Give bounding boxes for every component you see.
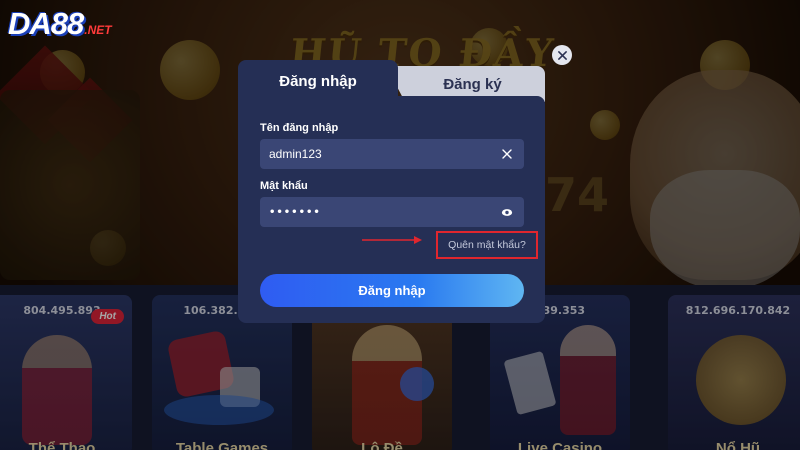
close-icon	[557, 50, 567, 60]
login-submit-button[interactable]: Đăng nhập	[260, 274, 524, 307]
tab-login[interactable]: Đăng nhập	[238, 60, 398, 102]
logo-domain: .NET	[84, 23, 112, 37]
site-logo[interactable]: DA88 .NET	[8, 6, 112, 42]
login-modal: Đăng ký Đăng nhập Tên đăng nhập Mật khẩu…	[238, 60, 545, 323]
close-button[interactable]	[552, 45, 572, 65]
red-arrow-icon	[362, 236, 422, 244]
username-input[interactable]	[269, 147, 500, 161]
password-label: Mật khẩu	[260, 180, 308, 192]
username-field[interactable]	[260, 139, 524, 169]
username-label: Tên đăng nhập	[260, 122, 339, 134]
password-field[interactable]	[260, 197, 524, 227]
eye-icon[interactable]	[500, 205, 514, 219]
password-input[interactable]	[269, 206, 500, 218]
forgot-password-link[interactable]: Quên mật khẩu?	[436, 231, 538, 259]
clear-icon[interactable]	[500, 147, 514, 161]
logo-text: DA88	[8, 6, 84, 41]
